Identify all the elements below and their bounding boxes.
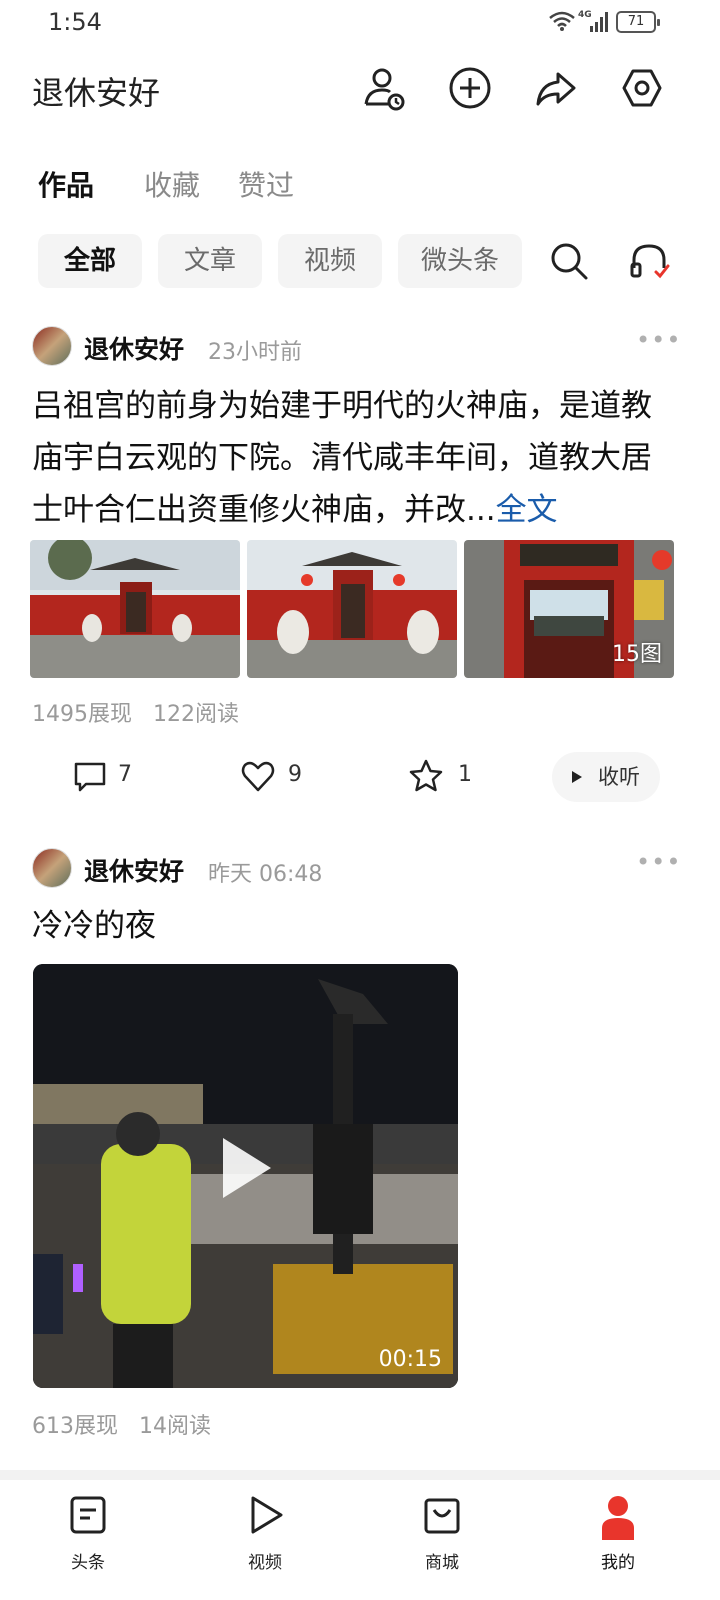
video-icon: [251, 1496, 283, 1534]
more-options-icon[interactable]: •••: [636, 326, 681, 354]
headphones-icon[interactable]: [626, 238, 672, 284]
shopping-bag-icon: [424, 1498, 460, 1534]
page-title: 退休安好: [32, 74, 161, 112]
settings-icon[interactable]: [618, 64, 666, 112]
nav-profile[interactable]: 我的: [573, 1494, 663, 1574]
play-icon[interactable]: [223, 1138, 271, 1198]
tab-works[interactable]: 作品: [38, 164, 94, 204]
filter-articles[interactable]: 文章: [158, 234, 262, 288]
video-duration: 00:15: [378, 1347, 442, 1372]
temple-photo-1[interactable]: [30, 540, 240, 678]
post-time: 23小时前: [208, 340, 302, 365]
nav-label: 我的: [601, 1553, 635, 1573]
nav-label: 头条: [71, 1553, 105, 1573]
listen-label: 收听: [598, 765, 640, 789]
post-author[interactable]: 退休安好: [84, 852, 184, 888]
more-options-icon[interactable]: •••: [636, 848, 681, 876]
section-divider: [0, 1470, 720, 1480]
image-gallery[interactable]: 15图: [30, 540, 674, 678]
temple-photo-2[interactable]: [247, 540, 457, 678]
play-icon: [572, 771, 582, 783]
nav-label: 视频: [248, 1553, 282, 1573]
post-text-content: 吕祖宫的前身为始建于明代的火神庙，是道教庙宇白云观的下院。清代咸丰年间，道教大居…: [32, 388, 652, 528]
filter-bar: 全部 文章 视频 微头条: [0, 234, 720, 290]
reads-count: 14阅读: [139, 1414, 211, 1439]
search-icon[interactable]: [546, 238, 592, 284]
filter-videos[interactable]: 视频: [278, 234, 382, 288]
post-author[interactable]: 退休安好: [84, 330, 184, 366]
share-icon[interactable]: [532, 64, 580, 112]
full-text-link[interactable]: 全文: [496, 492, 558, 528]
temple-photo-3[interactable]: 15图: [464, 540, 674, 678]
comment-count: 7: [118, 762, 132, 787]
filter-all[interactable]: 全部: [38, 234, 142, 288]
nav-mall[interactable]: 商城: [397, 1494, 487, 1574]
post-text[interactable]: 冷冷的夜: [32, 900, 672, 952]
profile-icon: [602, 1496, 634, 1540]
avatar[interactable]: [32, 326, 72, 366]
post-actions: 7 9 1 收听: [0, 748, 720, 808]
profile-header: 退休安好: [0, 56, 720, 120]
tab-liked[interactable]: 赞过: [238, 164, 294, 204]
add-icon[interactable]: [446, 64, 494, 112]
post-stats: 1495展现 122阅读: [32, 696, 253, 728]
post-time: 昨天 06:48: [208, 862, 323, 887]
star-icon: [409, 759, 443, 792]
battery-indicator: 71: [616, 11, 660, 33]
status-time: 1:54: [48, 8, 102, 36]
headlines-icon: [70, 1496, 106, 1534]
impressions-count: 1495展现: [32, 702, 132, 727]
avatar[interactable]: [32, 848, 72, 888]
video-player[interactable]: 00:15: [33, 964, 458, 1388]
tab-favorites[interactable]: 收藏: [144, 164, 200, 204]
user-history-icon[interactable]: [360, 64, 408, 112]
image-count-badge: 15图: [612, 642, 662, 667]
listen-button[interactable]: 收听: [552, 752, 660, 802]
wifi-icon: [549, 11, 575, 31]
comment-icon: [74, 762, 106, 792]
like-count: 9: [288, 762, 302, 787]
content-tabs: 作品 收藏 赞过: [0, 160, 720, 216]
reads-count: 122阅读: [153, 702, 239, 727]
bottom-navigation: 头条 视频 商城 我的: [0, 1480, 720, 1600]
nav-video[interactable]: 视频: [220, 1494, 310, 1574]
heart-icon: [241, 761, 275, 792]
favorite-count: 1: [458, 762, 472, 787]
post-text[interactable]: 吕祖宫的前身为始建于明代的火神庙，是道教庙宇白云观的下院。清代咸丰年间，道教大居…: [32, 380, 672, 536]
filter-micro-posts[interactable]: 微头条: [398, 234, 522, 288]
nav-headlines[interactable]: 头条: [43, 1494, 133, 1574]
impressions-count: 613展现: [32, 1414, 118, 1439]
status-bar: 1:54 4G 71: [0, 0, 720, 48]
post-stats: 613展现 14阅读: [32, 1408, 225, 1440]
nav-label: 商城: [425, 1553, 459, 1573]
signal-icon: [590, 12, 608, 32]
